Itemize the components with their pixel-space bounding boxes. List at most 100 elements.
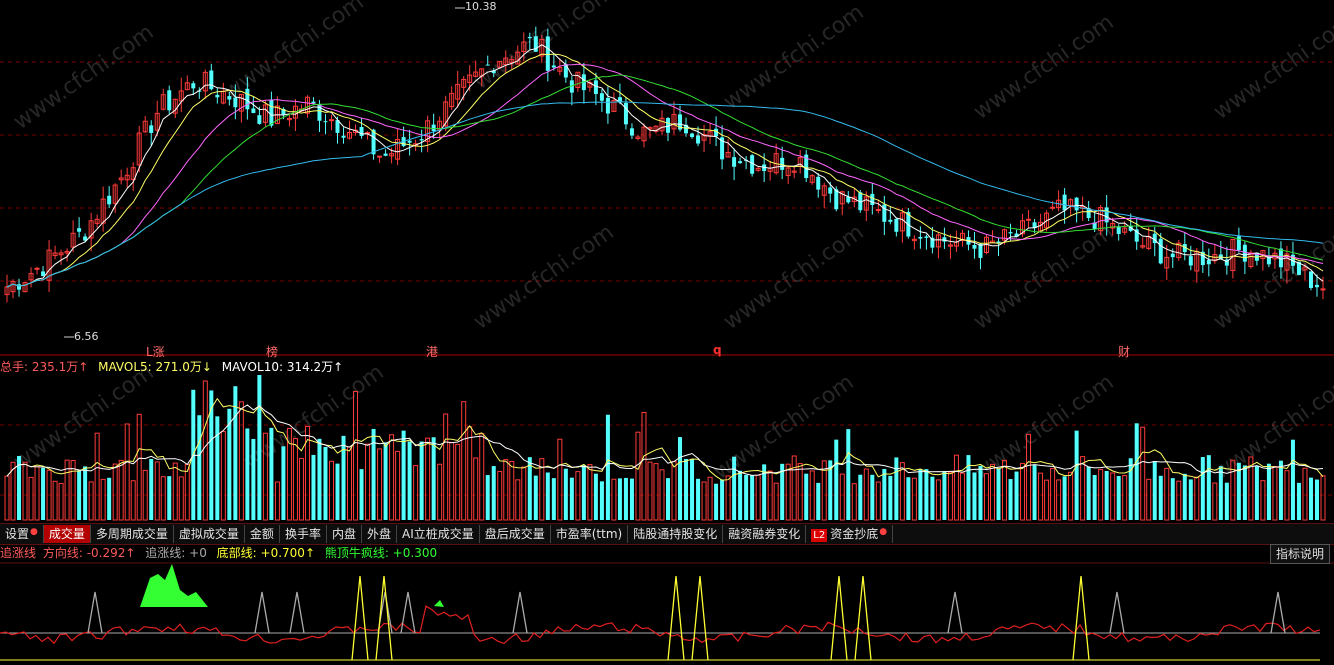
tab-fund-bottom[interactable]: L2 资金抄底● bbox=[806, 525, 894, 543]
volume-ma10-line bbox=[6, 404, 1324, 477]
volume-bar bbox=[720, 479, 725, 520]
volume-bar bbox=[1134, 423, 1139, 520]
volume-bar bbox=[1032, 465, 1037, 520]
tab-settings[interactable]: 设置● bbox=[0, 525, 44, 543]
volume-bar bbox=[1068, 471, 1074, 521]
volume-bar bbox=[479, 433, 485, 521]
tab-virtual-volume[interactable]: 虚拟成交量 bbox=[174, 525, 245, 543]
candle-body bbox=[257, 115, 262, 124]
tab-margin-change[interactable]: 融资融券变化 bbox=[723, 525, 807, 543]
indicator-chase: 追涨线: +0 bbox=[145, 546, 207, 560]
watermark-text: www.cfchi.com bbox=[1209, 10, 1334, 125]
volume-bar bbox=[335, 463, 340, 520]
volume-bar bbox=[1272, 465, 1278, 521]
spike-gray bbox=[254, 591, 270, 634]
indicator-bear-bull: 熊顶牛疯线: +0.300 bbox=[324, 546, 438, 560]
candle-body bbox=[732, 157, 737, 167]
volume-bar bbox=[1152, 461, 1157, 520]
candle-body bbox=[377, 155, 383, 158]
candle-body bbox=[167, 90, 172, 111]
volume-bar bbox=[52, 480, 58, 521]
dot-icon: ● bbox=[879, 527, 888, 537]
tab-multi-period-volume[interactable]: 多周期成交量 bbox=[91, 525, 174, 543]
event-marker[interactable]: L涨 bbox=[146, 343, 165, 360]
candle-body bbox=[41, 271, 46, 277]
volume-bar bbox=[617, 478, 622, 520]
volume-bar bbox=[509, 460, 515, 521]
event-marker[interactable]: 榜 bbox=[266, 343, 278, 360]
spike-yellow bbox=[667, 575, 685, 661]
volume-bar bbox=[353, 390, 359, 521]
volume-bar bbox=[58, 482, 64, 521]
volume-bar bbox=[449, 441, 455, 521]
candle-body bbox=[918, 236, 923, 239]
candle-body bbox=[551, 65, 556, 68]
volume-bar bbox=[383, 442, 388, 520]
volume-bar bbox=[202, 380, 208, 521]
event-marker[interactable]: q bbox=[713, 343, 722, 357]
volume-bar bbox=[647, 461, 653, 521]
volume-bar bbox=[750, 475, 755, 520]
volume-ma-lines bbox=[6, 397, 1324, 481]
tab-inner-volume[interactable]: 内盘 bbox=[327, 525, 362, 543]
candle-body bbox=[816, 176, 821, 190]
volume-bar bbox=[804, 473, 809, 520]
volume-bar bbox=[996, 468, 1001, 520]
candle-body bbox=[227, 96, 232, 100]
volume-bar bbox=[112, 463, 118, 521]
candle-body bbox=[328, 119, 334, 122]
volume-bar bbox=[1218, 466, 1223, 520]
volume-bar bbox=[629, 478, 634, 520]
volume-bar bbox=[1170, 478, 1175, 520]
volume-bar bbox=[209, 390, 214, 520]
volume-bar bbox=[851, 483, 857, 521]
tab-outer-volume[interactable]: 外盘 bbox=[362, 525, 397, 543]
tab-after-hours-volume[interactable]: 盘后成交量 bbox=[480, 525, 551, 543]
candle-body bbox=[888, 219, 893, 222]
volume-bar bbox=[395, 450, 401, 521]
volume-bar bbox=[281, 446, 286, 520]
volume-bar bbox=[1110, 472, 1116, 521]
volume-bar bbox=[623, 477, 628, 520]
candle-body bbox=[269, 99, 274, 126]
volume-bar bbox=[317, 438, 322, 520]
volume-bar bbox=[545, 472, 550, 520]
indicator-help-button[interactable]: 指标说明 bbox=[1269, 544, 1330, 564]
volume-bar bbox=[738, 470, 743, 520]
volume-bar bbox=[1008, 479, 1013, 520]
volume-bar bbox=[154, 461, 160, 521]
volume-bar bbox=[791, 455, 797, 521]
volume-bar bbox=[785, 463, 791, 521]
tab-pe-ttm[interactable]: 市盈率(ttm) bbox=[551, 525, 629, 543]
candle-body bbox=[341, 135, 346, 138]
candle-body bbox=[77, 228, 82, 232]
volume-bar bbox=[515, 479, 521, 521]
candle-body bbox=[407, 140, 412, 143]
candle-body bbox=[1206, 260, 1211, 265]
event-marker[interactable]: 港 bbox=[426, 343, 438, 360]
tab-volume[interactable]: 成交量 bbox=[43, 525, 91, 543]
volume-bar bbox=[269, 427, 274, 520]
chart-canvas[interactable]: www.cfchi.com www.cfchi.com www.cfchi.com w… bbox=[0, 0, 1334, 665]
candle-body bbox=[431, 124, 436, 132]
volume-bar bbox=[1182, 473, 1187, 520]
spike-yellow bbox=[830, 575, 848, 661]
volume-bar bbox=[1242, 465, 1247, 520]
volume-bar bbox=[88, 481, 94, 521]
volume-bar bbox=[70, 460, 76, 521]
volume-bar bbox=[690, 459, 695, 520]
volume-legend: 总手: 235.1万↑ MAVOL5: 271.0万↓ MAVOL10: 314… bbox=[0, 359, 349, 375]
spike-yellow bbox=[691, 575, 709, 661]
tab-northbound-holdings[interactable]: 陆股通持股变化 bbox=[628, 525, 724, 543]
volume-bar bbox=[1308, 477, 1313, 520]
tab-amount[interactable]: 金额 bbox=[245, 525, 280, 543]
volume-bar bbox=[773, 482, 779, 521]
volume-bar bbox=[684, 458, 689, 520]
candle-body bbox=[1188, 256, 1193, 266]
tab-turnover[interactable]: 换手率 bbox=[280, 525, 327, 543]
volume-bar bbox=[503, 459, 509, 521]
tab-ai-volume[interactable]: AI立桩成交量 bbox=[397, 525, 480, 543]
volume-bar bbox=[1146, 478, 1152, 521]
candle-body bbox=[623, 102, 628, 125]
event-marker[interactable]: 财 bbox=[1118, 343, 1130, 360]
